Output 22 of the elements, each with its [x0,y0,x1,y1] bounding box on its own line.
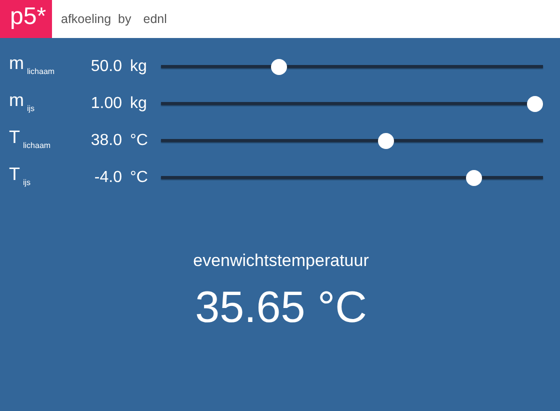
slider-thumb[interactable] [271,58,288,74]
variable-symbol: m $_{lichaam}$ [9,53,56,76]
unit-label: °C [130,168,149,186]
slider-value: 50.0 [90,58,122,76]
slider-value: -4.0 [93,168,122,186]
variable-symbol: T $_{ijs}$ [9,164,32,187]
unit-label: kg [130,94,148,112]
variable-symbol: m $_{ijs}$ [9,90,36,113]
slider-value: 38.0 [90,132,122,150]
result-value: 35.65 °C [194,283,368,333]
by-label: by [118,12,132,26]
slider-thumb[interactable] [527,96,544,112]
unit-label: kg [130,58,148,76]
variable-symbol: T $_{lichaam}$ [9,127,52,150]
unit-label: °C [130,132,149,150]
author-name[interactable]: ednl [143,12,167,26]
slider-thumb[interactable] [466,170,482,186]
slider-value: 1.00 [90,94,122,112]
p5-logo[interactable]: p5* [0,0,52,38]
sketch-title: afkoeling [61,12,112,26]
result-label: evenwichtstemperatuur [192,251,370,271]
slider-thumb[interactable] [378,132,394,148]
